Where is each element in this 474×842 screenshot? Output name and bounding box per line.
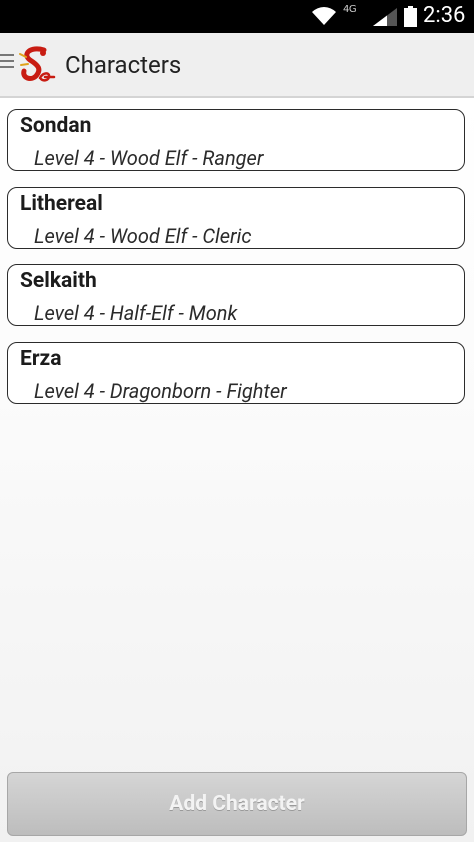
character-name: Erza bbox=[20, 347, 62, 371]
character-list: Sondan Level 4 - Wood Elf - Ranger Lithe… bbox=[0, 98, 474, 842]
character-name: Selkaith bbox=[20, 269, 97, 293]
character-description: Level 4 - Dragonborn - Fighter bbox=[34, 379, 287, 403]
status-bar: 4G 2:36 bbox=[0, 0, 474, 33]
signal-strength-icon bbox=[373, 8, 397, 26]
character-description: Level 4 - Wood Elf - Ranger bbox=[34, 146, 264, 170]
add-character-button[interactable]: Add Character bbox=[7, 772, 467, 836]
page-title: Characters bbox=[65, 51, 182, 79]
character-name: Lithereal bbox=[20, 192, 103, 216]
menu-icon[interactable] bbox=[0, 54, 14, 72]
status-clock: 2:36 bbox=[423, 3, 466, 28]
character-card[interactable]: Selkaith Level 4 - Half-Elf - Monk bbox=[7, 264, 465, 326]
wifi-icon bbox=[312, 7, 336, 25]
battery-icon bbox=[404, 6, 417, 27]
character-card[interactable]: Erza Level 4 - Dragonborn - Fighter bbox=[7, 342, 465, 404]
network-type-label: 4G bbox=[343, 4, 357, 15]
character-name: Sondan bbox=[20, 114, 92, 138]
character-card[interactable]: Sondan Level 4 - Wood Elf - Ranger bbox=[7, 109, 465, 171]
character-description: Level 4 - Wood Elf - Cleric bbox=[34, 224, 252, 248]
character-description: Level 4 - Half-Elf - Monk bbox=[34, 301, 238, 325]
character-card[interactable]: Lithereal Level 4 - Wood Elf - Cleric bbox=[7, 187, 465, 249]
app-logo-dragon-icon[interactable] bbox=[16, 44, 56, 84]
